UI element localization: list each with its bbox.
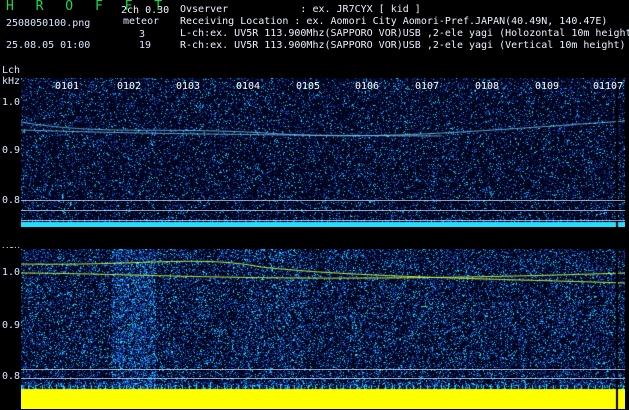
rch-tick-1: 1.0 (2, 267, 21, 278)
time-label-0106: 0106 (355, 81, 380, 92)
meteor-label: meteor (123, 16, 160, 27)
lch-tick-2: 0.9 (2, 145, 21, 156)
lch-tick-1: 1.0 (2, 97, 21, 108)
time-label-0107: 0107 (415, 81, 440, 92)
lch-channel-label: Lch (2, 65, 21, 76)
panel-separator (0, 229, 629, 247)
filename-text: 2508050100.png (6, 18, 91, 29)
time-label-0102: 0102 (117, 81, 142, 92)
time-label-0105: 0105 (296, 81, 321, 92)
lch-tick-3: 0.8 (2, 195, 21, 206)
lch-spectrogram (21, 78, 625, 227)
rch-spectrogram (21, 249, 625, 409)
time-label-01107: 01107 (593, 81, 624, 92)
observer-text: Ovserver : ex. JR7CYX [ kid ] (180, 4, 421, 15)
time-label-0103: 0103 (176, 81, 201, 92)
rch-spectrogram-canvas (21, 249, 625, 409)
rch-tick-3: 0.8 (2, 371, 21, 382)
location-text: Receiving Location : ex. Aomori City Aom… (180, 16, 608, 27)
rch-grid-line (21, 378, 625, 379)
lch-unit-label: kHz (2, 76, 21, 87)
time-label-0108: 0108 (475, 81, 500, 92)
lch-description: L-ch:ex. UV5R 113.900Mhz(SAPPORO VOR)USB… (180, 28, 629, 39)
time-label-0101: 0101 (55, 81, 80, 92)
meteor-right-count: 19 (139, 40, 152, 51)
rch-tick-2: 0.9 (2, 320, 21, 331)
lch-grid-line (21, 220, 625, 221)
time-label-0109: 0109 (535, 81, 560, 92)
time-label-0104: 0104 (236, 81, 261, 92)
lch-grid-line (21, 210, 625, 211)
rch-description: R-ch:ex. UV5R 113.900Mhz(SAPPORO VOR)USB… (180, 40, 626, 51)
timestamp-text: 25.08.05 01:00 (6, 40, 91, 51)
rch-grid-line (21, 369, 625, 370)
lch-grid-line (21, 200, 625, 201)
lch-spectrogram-canvas (21, 78, 625, 227)
